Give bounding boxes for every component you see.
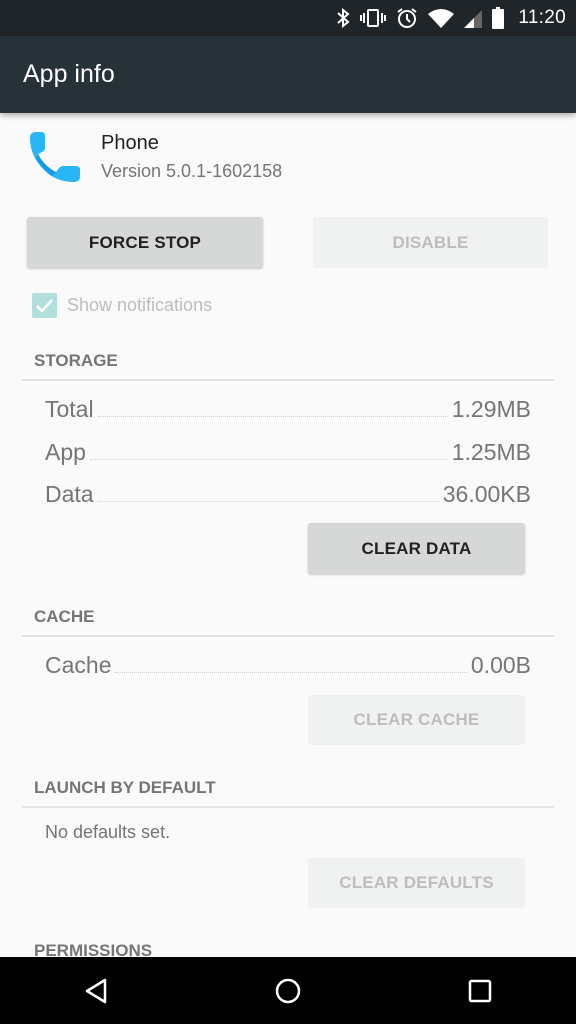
dotted-leader (97, 501, 439, 502)
dotted-leader (97, 416, 448, 417)
app-version: Version 5.0.1-1602158 (101, 161, 283, 181)
launch-divider (22, 806, 554, 808)
cache-row: Cache 0.00B (45, 649, 531, 679)
app-header: Phone Version 5.0.1-1602158 (0, 113, 576, 203)
storage-row-total: Total 1.29MB (45, 393, 531, 423)
show-notifications-row[interactable]: Show notifications (32, 293, 212, 318)
cache-label: Cache (45, 652, 112, 678)
status-bar: 11:20 (0, 0, 576, 36)
back-button[interactable] (66, 961, 126, 1021)
storage-label: App (45, 439, 86, 465)
disable-button[interactable]: DISABLE (313, 217, 548, 268)
recents-button[interactable] (450, 961, 510, 1021)
clear-defaults-button[interactable]: CLEAR DEFAULTS (308, 858, 525, 908)
storage-value: 1.25MB (451, 439, 531, 465)
app-info-content[interactable]: Phone Version 5.0.1-1602158 FORCE STOP D… (0, 113, 576, 957)
storage-row-app: App 1.25MB (45, 436, 531, 466)
no-defaults-text: No defaults set. (45, 822, 171, 842)
storage-divider (22, 379, 554, 381)
show-notifications-label: Show notifications (67, 295, 213, 315)
back-icon (85, 978, 107, 1003)
storage-row-data: Data 36.00KB (45, 478, 531, 508)
status-time: 11:20 (518, 7, 566, 28)
alarm-icon (396, 7, 418, 29)
launch-by-default-header: LAUNCH BY DEFAULT (34, 778, 216, 797)
show-notifications-checkbox[interactable] (32, 293, 57, 318)
storage-value: 36.00KB (442, 481, 531, 507)
battery-icon (492, 7, 505, 29)
recents-icon (468, 979, 492, 1002)
clear-data-button[interactable]: CLEAR DATA (308, 523, 525, 574)
cache-divider (22, 635, 554, 637)
app-bar: App info (0, 36, 576, 113)
storage-header: STORAGE (34, 351, 118, 370)
cache-value: 0.00B (470, 652, 531, 678)
storage-value: 1.29MB (451, 396, 531, 422)
checkmark-icon (36, 299, 53, 313)
home-button[interactable] (258, 961, 318, 1021)
navigation-bar (0, 957, 576, 1024)
page-title: App info (23, 60, 115, 88)
vibrate-icon (360, 8, 387, 28)
home-icon (275, 978, 301, 1003)
permissions-header: PERMISSIONS (34, 941, 153, 957)
app-name: Phone (101, 132, 159, 154)
storage-label: Total (45, 396, 94, 422)
cell-signal-icon (464, 8, 483, 28)
wifi-icon (428, 8, 455, 28)
force-stop-button[interactable]: FORCE STOP (27, 217, 263, 268)
bluetooth-icon (336, 8, 350, 28)
dotted-leader (89, 459, 448, 460)
clear-cache-button[interactable]: CLEAR CACHE (308, 695, 525, 745)
phone-icon (26, 130, 84, 188)
dotted-leader (115, 672, 467, 673)
status-icons: 11:20 (336, 0, 566, 36)
storage-label: Data (45, 481, 94, 507)
cache-header: CACHE (34, 607, 95, 626)
